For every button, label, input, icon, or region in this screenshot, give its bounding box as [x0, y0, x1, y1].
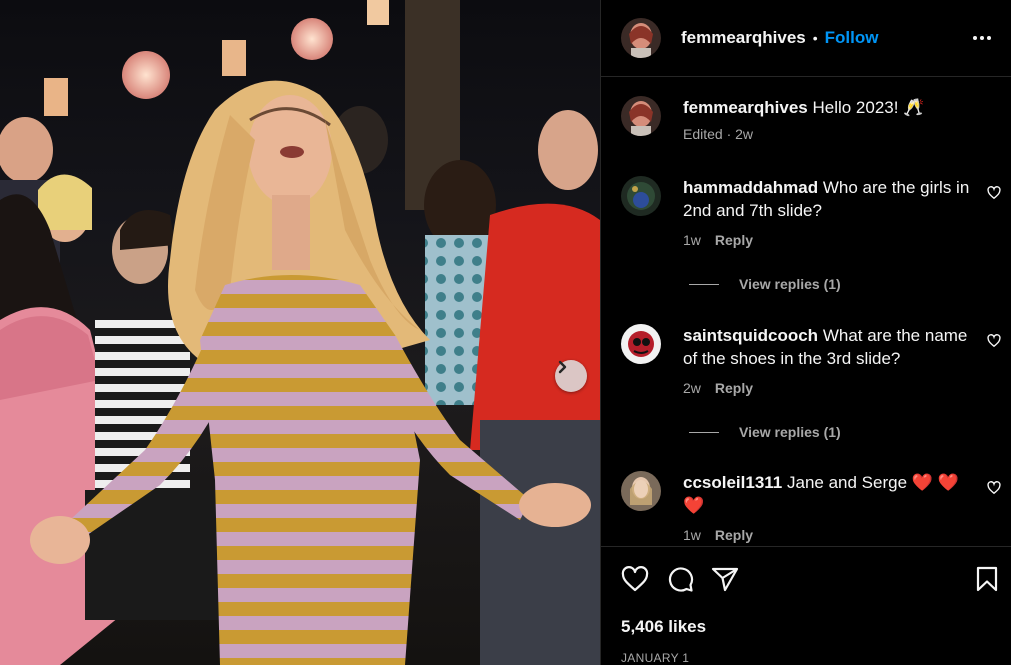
comment-username[interactable]: hammaddahmad — [683, 178, 818, 197]
view-replies-label: View replies (1) — [739, 276, 841, 292]
comment-age: 1w — [683, 527, 701, 543]
view-replies-label: View replies (1) — [739, 424, 841, 440]
author-avatar[interactable] — [621, 18, 661, 58]
comment-icon[interactable] — [666, 565, 694, 593]
comment-item: hammaddahmad Who are the girls in 2nd an… — [621, 176, 1001, 248]
replies-divider — [689, 283, 719, 285]
comment-age: 1w — [683, 232, 701, 248]
commenter-avatar[interactable] — [621, 324, 661, 364]
like-comment-heart-icon[interactable] — [987, 334, 1001, 353]
comment-username[interactable]: saintsquidcooch — [683, 326, 818, 345]
post-side-panel: femmearqhives • Follow femmearqhives Hel… — [600, 0, 1011, 665]
like-comment-heart-icon[interactable] — [987, 481, 1001, 500]
post-photo[interactable] — [0, 0, 600, 665]
commenter-avatar[interactable] — [621, 176, 661, 216]
comment-item: saintsquidcooch What are the name of the… — [621, 324, 1001, 396]
post-footer: 5,406 likes JANUARY 1 — [601, 546, 1011, 665]
post-header: femmearqhives • Follow — [601, 0, 1011, 77]
post-date: JANUARY 1 — [621, 651, 690, 665]
bookmark-icon[interactable] — [975, 566, 999, 592]
reply-button[interactable]: Reply — [715, 232, 753, 248]
photo-illustration — [0, 0, 600, 665]
caption-text: Hello 2023! 🥂 — [812, 98, 925, 117]
view-replies-button[interactable]: View replies (1) — [689, 276, 841, 292]
heart-icon[interactable] — [621, 566, 649, 592]
reply-button[interactable]: Reply — [715, 380, 753, 396]
reply-button[interactable]: Reply — [715, 527, 753, 543]
caption-meta: Edited · 2w — [683, 126, 754, 142]
author-username[interactable]: femmearqhives — [681, 28, 806, 48]
view-replies-button[interactable]: View replies (1) — [689, 424, 841, 440]
paper-plane-icon[interactable] — [711, 566, 739, 592]
comment-username[interactable]: ccsoleil1311 — [683, 473, 782, 492]
caption-avatar[interactable] — [621, 96, 661, 136]
likes-count[interactable]: 5,406 likes — [621, 617, 706, 637]
more-options-icon[interactable] — [973, 36, 991, 40]
action-bar — [621, 565, 999, 593]
post-caption: femmearqhives Hello 2023! 🥂 Edited · 2w — [621, 96, 924, 142]
caption-username[interactable]: femmearqhives — [683, 98, 808, 117]
commenter-avatar[interactable] — [621, 471, 661, 511]
replies-divider — [689, 431, 719, 433]
separator-dot: • — [812, 30, 818, 46]
comment-item: ccsoleil1311 Jane and Serge ❤️ ❤️ ❤️ 1w … — [621, 471, 1001, 543]
follow-button[interactable]: Follow — [825, 28, 879, 48]
next-slide-button[interactable] — [555, 360, 587, 392]
comment-age: 2w — [683, 380, 701, 396]
comments-list[interactable]: femmearqhives Hello 2023! 🥂 Edited · 2w … — [601, 78, 1011, 545]
like-comment-heart-icon[interactable] — [987, 186, 1001, 205]
